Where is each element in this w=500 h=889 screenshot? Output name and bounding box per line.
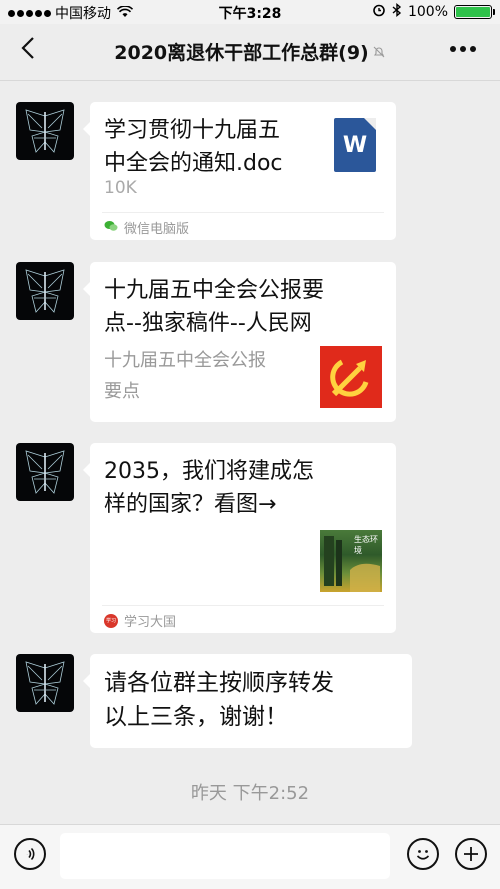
chat-header: 2020离退休干部工作总群(9) — [0, 24, 500, 81]
thumbnail-caption: 生态环境 — [354, 535, 378, 555]
link-message-card[interactable]: 2035，我们将建成怎 样的国家？看图→ 生态环境 学习 学习大国 — [83, 443, 396, 633]
avatar[interactable] — [16, 262, 74, 320]
status-right: 100% — [372, 3, 495, 21]
word-icon-letter: W — [342, 133, 368, 158]
file-title: 学习贯彻十九届五 中全会的通知.doc — [104, 114, 316, 180]
message-text: 请各位群主按顺序转发 以上三条，谢谢！ — [104, 666, 334, 734]
group-name: 2020离退休干部工作总群(9) — [114, 42, 369, 64]
link-description-line: 十九届五中全会公报 — [104, 350, 266, 371]
word-file-icon: W — [334, 118, 376, 172]
message-input[interactable] — [60, 833, 390, 879]
bluetooth-icon — [392, 3, 402, 21]
alarm-icon — [372, 3, 386, 21]
avatar[interactable] — [16, 102, 74, 160]
link-description: 十九届五中全会公报 要点 — [104, 345, 266, 407]
party-emblem-thumbnail — [320, 346, 382, 408]
status-bar: 中国移动 下午3:28 100% — [0, 0, 500, 24]
file-title-line: 中全会的通知.doc — [104, 151, 283, 176]
link-title: 2035，我们将建成怎 样的国家？看图→ — [104, 455, 314, 521]
message-text-line: 以上三条，谢谢！ — [104, 704, 288, 730]
message-source: 微信电脑版 — [104, 218, 189, 237]
link-title-line: 2035，我们将建成怎 — [104, 459, 314, 484]
ellipsis-icon[interactable] — [450, 46, 476, 52]
message-source: 学习 学习大国 — [104, 611, 176, 630]
divider — [102, 605, 384, 606]
xuexi-badge-icon: 学习 — [104, 613, 118, 628]
file-message-card[interactable]: 学习贯彻十九届五 中全会的通知.doc 10K W 微信电脑版 — [83, 102, 396, 240]
link-title-line: 点--独家稿件--人民网 — [104, 311, 312, 336]
file-title-line: 学习贯彻十九届五 — [104, 118, 281, 143]
message-timestamp: 昨天 下午2:52 — [190, 783, 310, 804]
message-text-line: 请各位群主按顺序转发 — [104, 670, 334, 696]
battery-percent: 100% — [407, 4, 448, 20]
bell-muted-icon — [372, 46, 386, 63]
input-bar — [0, 824, 500, 889]
file-size: 10K — [104, 178, 137, 198]
link-title: 十九届五中全会公报要 点--独家稿件--人民网 — [104, 274, 324, 340]
link-description-line: 要点 — [104, 381, 140, 402]
emoji-icon[interactable] — [407, 838, 439, 870]
chat-title: 2020离退休干部工作总群(9) — [0, 38, 500, 65]
battery-fill — [456, 7, 490, 17]
voice-icon[interactable] — [14, 838, 46, 870]
article-thumbnail: 生态环境 — [320, 530, 382, 592]
plus-icon[interactable] — [455, 838, 487, 870]
avatar[interactable] — [16, 443, 74, 501]
wechat-icon — [104, 220, 118, 236]
link-message-card[interactable]: 十九届五中全会公报要 点--独家稿件--人民网 十九届五中全会公报 要点 — [83, 262, 396, 422]
source-label: 学习大国 — [124, 615, 177, 630]
avatar[interactable] — [16, 654, 74, 712]
source-label: 微信电脑版 — [124, 222, 190, 237]
text-message-bubble[interactable]: 请各位群主按顺序转发 以上三条，谢谢！ — [83, 654, 412, 748]
divider — [102, 212, 384, 213]
link-title-line: 十九届五中全会公报要 — [104, 278, 325, 303]
link-title-line: 样的国家？看图→ — [104, 492, 277, 517]
battery-icon — [454, 5, 495, 19]
